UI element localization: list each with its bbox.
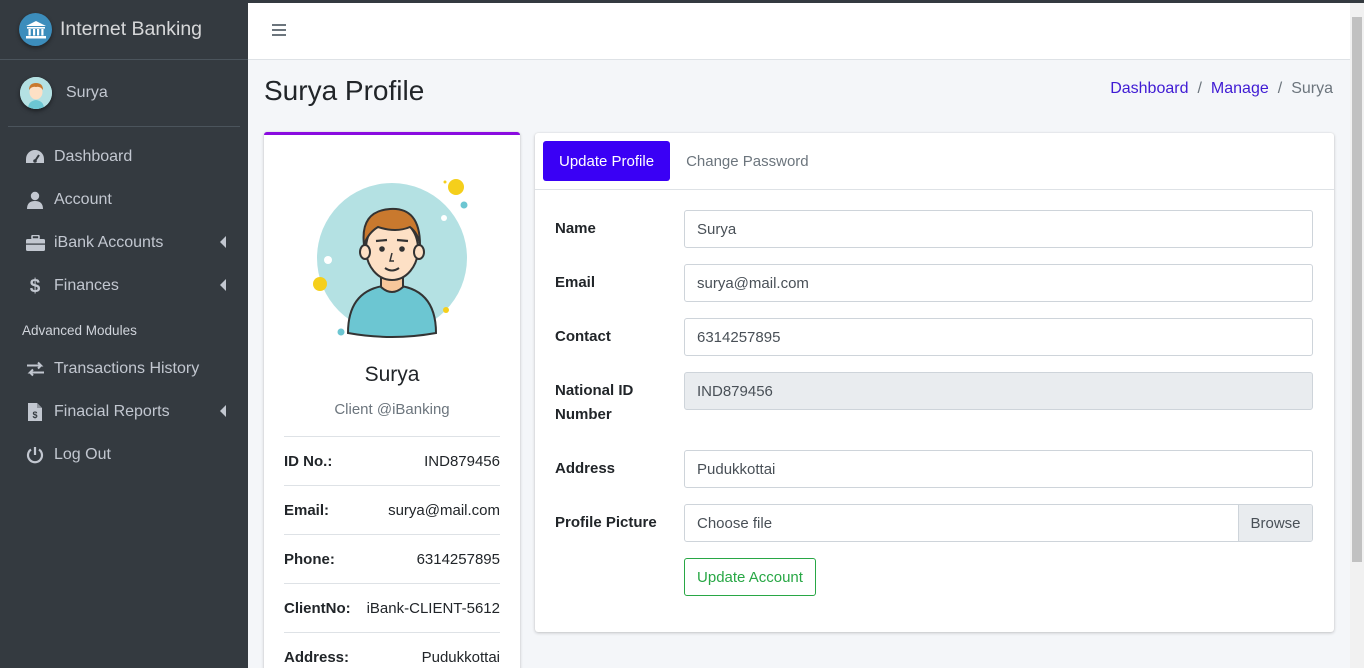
address-label: Address bbox=[555, 460, 616, 477]
detail-value: Pudukkottai bbox=[421, 648, 500, 666]
email-label: Email bbox=[555, 274, 596, 291]
breadcrumb-separator: / bbox=[1197, 80, 1202, 97]
profile-picture bbox=[308, 175, 478, 345]
national-id-label-line2: Number bbox=[555, 406, 612, 423]
file-name-placeholder: Choose file bbox=[697, 514, 773, 532]
detail-value: 6314257895 bbox=[416, 550, 500, 568]
list-item: ClientNo: iBank-CLIENT-5612 bbox=[284, 583, 500, 632]
scrollbar[interactable] bbox=[1350, 3, 1364, 668]
chevron-left-icon bbox=[220, 279, 226, 291]
exchange-icon bbox=[25, 359, 45, 379]
tachometer-icon bbox=[25, 147, 45, 167]
user-icon bbox=[25, 190, 45, 210]
avatar bbox=[20, 77, 52, 109]
top-border bbox=[0, 0, 1364, 3]
national-id-label: National ID Number bbox=[555, 379, 633, 427]
detail-label: Phone: bbox=[284, 550, 335, 568]
sidebar-item-account[interactable]: Account bbox=[0, 178, 248, 221]
tab-update-profile[interactable]: Update Profile bbox=[543, 141, 671, 181]
menu-icon[interactable] bbox=[272, 24, 286, 39]
list-item: Phone: 6314257895 bbox=[284, 534, 500, 583]
sidebar-nav: Dashboard Account iBank Accounts $ Finan… bbox=[0, 127, 248, 476]
detail-label: ID No.: bbox=[284, 452, 333, 470]
breadcrumb: Dashboard / Manage / Surya bbox=[1110, 80, 1333, 98]
user-name: Surya bbox=[66, 84, 108, 101]
tab-change-password[interactable]: Change Password bbox=[670, 141, 825, 181]
top-navbar bbox=[248, 3, 1350, 60]
user-panel[interactable]: Surya bbox=[8, 60, 240, 127]
breadcrumb-manage[interactable]: Manage bbox=[1211, 80, 1269, 98]
sidebar-item-label: Dashboard bbox=[54, 147, 133, 165]
profile-card: Surya Client @iBanking ID No.: IND879456… bbox=[264, 132, 520, 668]
breadcrumb-separator: / bbox=[1277, 80, 1283, 97]
detail-label: Email: bbox=[284, 501, 330, 519]
scrollbar-thumb[interactable] bbox=[1352, 17, 1362, 562]
national-id-label-line1: National ID bbox=[555, 382, 634, 399]
address-field[interactable]: Pudukkottai bbox=[684, 450, 1313, 488]
sidebar-item-label: Finances bbox=[54, 276, 119, 294]
sidebar-item-label: iBank Accounts bbox=[54, 233, 164, 251]
list-item: Address: Pudukkottai bbox=[284, 632, 500, 668]
list-item: Email: surya@mail.com bbox=[284, 485, 500, 534]
file-invoice-dollar-icon: $ bbox=[25, 402, 45, 422]
national-id-field: IND879456 bbox=[684, 372, 1313, 410]
profile-picture-label: Profile Picture bbox=[555, 514, 657, 531]
chevron-left-icon bbox=[220, 405, 226, 417]
sidebar-item-label: Log Out bbox=[54, 445, 111, 463]
sidebar-item-label: Account bbox=[54, 190, 112, 208]
sidebar-item-finances[interactable]: $ Finances bbox=[0, 264, 248, 307]
dollar-icon: $ bbox=[25, 276, 45, 296]
profile-details: ID No.: IND879456 Email: surya@mail.com … bbox=[284, 436, 500, 668]
chevron-left-icon bbox=[220, 236, 226, 248]
briefcase-icon bbox=[25, 233, 45, 253]
profile-picture-input[interactable]: Choose file Browse bbox=[684, 504, 1313, 542]
email-field[interactable]: surya@mail.com bbox=[684, 264, 1313, 302]
sidebar-item-logout[interactable]: Log Out bbox=[0, 433, 248, 476]
profile-subtitle: Client @iBanking bbox=[334, 401, 450, 418]
sidebar: Internet Banking Surya Dashboard Account bbox=[0, 0, 248, 668]
sidebar-item-ibank-accounts[interactable]: iBank Accounts bbox=[0, 221, 248, 264]
update-account-button[interactable]: Update Account bbox=[684, 558, 816, 596]
brand-text: Internet Banking bbox=[60, 18, 203, 40]
detail-value: surya@mail.com bbox=[388, 501, 500, 519]
sidebar-item-financial-reports[interactable]: $ Finacial Reports bbox=[0, 390, 248, 433]
sidebar-item-label: Transactions History bbox=[54, 359, 200, 377]
brand-link[interactable]: Internet Banking bbox=[0, 0, 248, 60]
browse-button[interactable]: Browse bbox=[1238, 505, 1312, 541]
list-item: ID No.: IND879456 bbox=[284, 436, 500, 485]
power-off-icon bbox=[25, 445, 45, 465]
breadcrumb-dashboard[interactable]: Dashboard bbox=[1110, 80, 1188, 98]
sidebar-item-label: Finacial Reports bbox=[54, 402, 170, 420]
tab-bar: Update Profile Change Password bbox=[535, 133, 1334, 190]
svg-text:$: $ bbox=[32, 410, 37, 420]
name-label: Name bbox=[555, 220, 596, 237]
sidebar-item-dashboard[interactable]: Dashboard bbox=[0, 135, 248, 178]
nav-header-advanced: Advanced Modules bbox=[22, 323, 137, 338]
page-title: Surya Profile bbox=[264, 75, 425, 106]
name-field[interactable]: Surya bbox=[684, 210, 1313, 248]
sidebar-item-transactions-history[interactable]: Transactions History bbox=[0, 347, 248, 390]
bank-icon bbox=[19, 13, 52, 46]
contact-field[interactable]: 6314257895 bbox=[684, 318, 1313, 356]
profile-form-card: Update Profile Change Password Name Sury… bbox=[535, 133, 1334, 632]
detail-value: iBank-CLIENT-5612 bbox=[366, 599, 500, 617]
detail-label: Address: bbox=[284, 648, 350, 666]
breadcrumb-current: Surya bbox=[1291, 80, 1333, 97]
svg-text:$: $ bbox=[30, 276, 41, 296]
detail-label: ClientNo: bbox=[284, 599, 351, 617]
contact-label: Contact bbox=[555, 328, 611, 345]
profile-name: Surya bbox=[364, 363, 420, 386]
detail-value: IND879456 bbox=[424, 452, 500, 470]
